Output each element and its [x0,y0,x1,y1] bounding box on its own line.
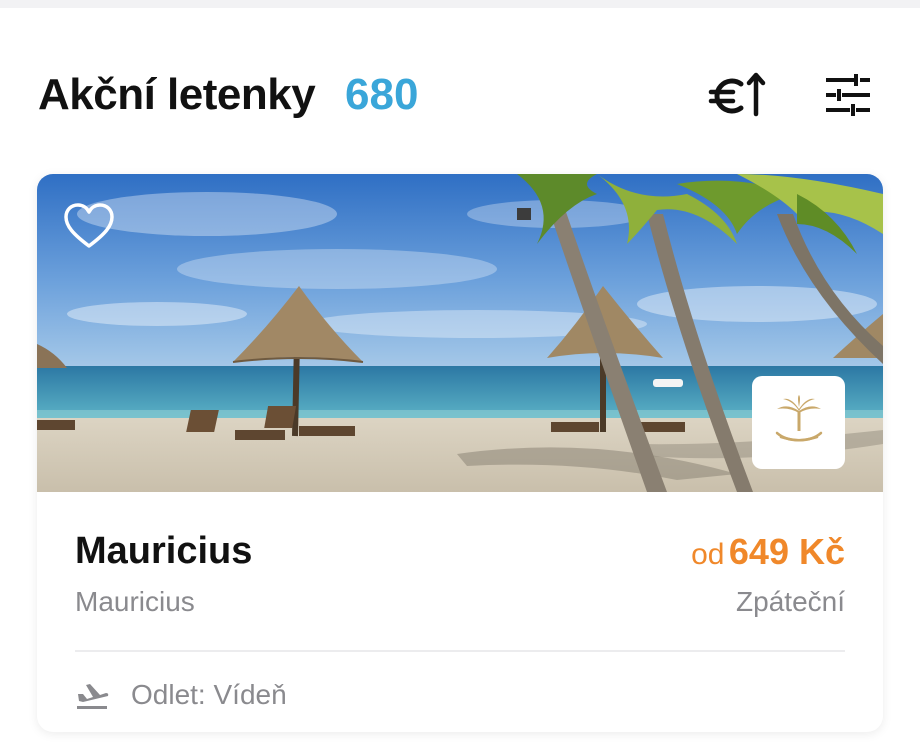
filter-button[interactable] [812,64,884,126]
sort-by-price-button[interactable] [700,64,772,126]
euro-sort-ascending-icon [708,72,766,117]
destination-name: Mauricius [75,530,253,572]
page-title: Akční letenky [38,70,316,119]
destination-photo [37,174,883,492]
departure-text: Odlet: Vídeň [131,679,287,710]
plane-departure-icon [77,684,109,709]
price-prefix: od [691,538,725,571]
destination-country: Mauricius [75,586,195,617]
favorite-button[interactable] [63,202,115,252]
deal-card[interactable]: Mauricius Mauricius od 649 Kč Zpáteční O… [37,174,883,732]
trip-type: Zpáteční [736,586,845,617]
price-value: 649 Kč [728,531,845,572]
header: Akční letenky 680 [0,8,920,158]
airline-logo [752,376,845,469]
heart-outline-icon [64,203,114,248]
departure-info: Odlet: Vídeň [75,679,287,711]
sliders-filter-icon [826,74,870,116]
result-count: 680 [345,70,419,119]
page-background: Akční letenky 680 Mauricius Mauricius od… [0,8,920,754]
price: od 649 Kč [691,531,845,573]
saudia-palm-swords-logo [775,394,822,441]
divider [75,650,845,652]
